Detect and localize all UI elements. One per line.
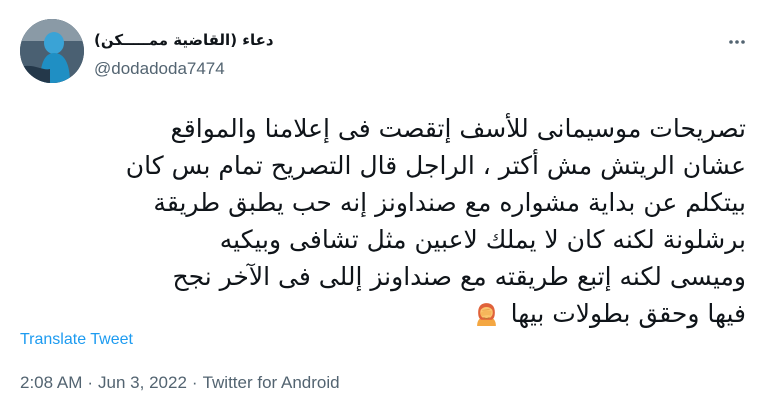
tweet-body: تصريحات موسيمانى للأسف إتقصت فى إعلامنا …	[125, 114, 746, 328]
tweet-meta: 2:08 AM · Jun 3, 2022 · Twitter for Android	[20, 373, 340, 393]
avatar-image	[20, 19, 84, 83]
avatar[interactable]	[20, 19, 84, 83]
meta-separator-2: ·	[191, 373, 198, 392]
tweet-time[interactable]: 2:08 AM	[20, 373, 82, 392]
tweet-client[interactable]: Twitter for Android	[203, 373, 340, 392]
tweet-text: تصريحات موسيمانى للأسف إتقصت فى إعلامنا …	[20, 110, 746, 332]
tweet-date[interactable]: Jun 3, 2022	[98, 373, 187, 392]
user-handle[interactable]: @dodadoda7474	[94, 59, 694, 79]
meta-separator: ·	[87, 373, 94, 392]
facepalm-woman-icon	[476, 303, 496, 326]
more-dots-icon	[729, 40, 745, 44]
user-block: دعاء (القاضية ممـــــكن) @dodadoda7474	[94, 30, 694, 79]
display-name[interactable]: دعاء (القاضية ممـــــكن)	[94, 30, 694, 50]
translate-tweet-link[interactable]: Translate Tweet	[20, 331, 133, 349]
more-options-button[interactable]	[724, 29, 750, 55]
